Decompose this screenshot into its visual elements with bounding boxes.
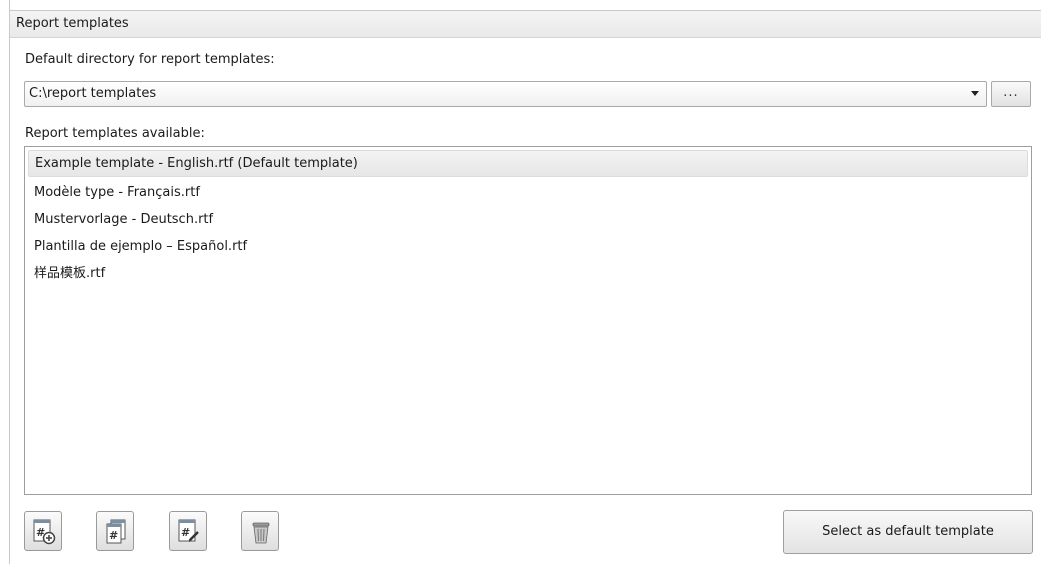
templates-list[interactable]: Example template - English.rtf (Default … bbox=[24, 146, 1032, 495]
svg-text:#: # bbox=[181, 526, 190, 539]
select-default-template-button[interactable]: Select as default template bbox=[783, 510, 1033, 554]
list-item[interactable]: Plantilla de ejemplo – Español.rtf bbox=[28, 233, 1028, 260]
report-templates-panel: Report templates Default directory for r… bbox=[9, 0, 1041, 564]
list-item[interactable]: Example template - English.rtf (Default … bbox=[28, 150, 1028, 177]
edit-template-icon: # bbox=[178, 519, 199, 542]
edit-template-button[interactable]: # bbox=[169, 511, 207, 551]
copy-template-icon: # bbox=[106, 519, 126, 544]
delete-template-icon bbox=[252, 522, 270, 544]
add-template-button[interactable]: # bbox=[24, 511, 62, 551]
templates-label: Report templates available: bbox=[25, 126, 205, 141]
chevron-down-icon[interactable] bbox=[971, 91, 979, 96]
directory-combobox[interactable]: C:\report templates bbox=[24, 81, 987, 107]
delete-template-button[interactable] bbox=[241, 511, 279, 551]
directory-label: Default directory for report templates: bbox=[25, 52, 275, 67]
list-item[interactable]: Mustervorlage - Deutsch.rtf bbox=[28, 206, 1028, 233]
svg-text:#: # bbox=[109, 529, 118, 542]
add-template-icon: # bbox=[33, 519, 56, 545]
directory-value: C:\report templates bbox=[29, 86, 157, 101]
list-item[interactable]: Modèle type - Français.rtf bbox=[28, 179, 1028, 206]
copy-template-button[interactable]: # bbox=[96, 511, 134, 551]
browse-button[interactable]: ... bbox=[991, 81, 1031, 107]
panel-title: Report templates bbox=[10, 10, 1041, 38]
list-item[interactable]: 样品模板.rtf bbox=[28, 260, 1028, 287]
